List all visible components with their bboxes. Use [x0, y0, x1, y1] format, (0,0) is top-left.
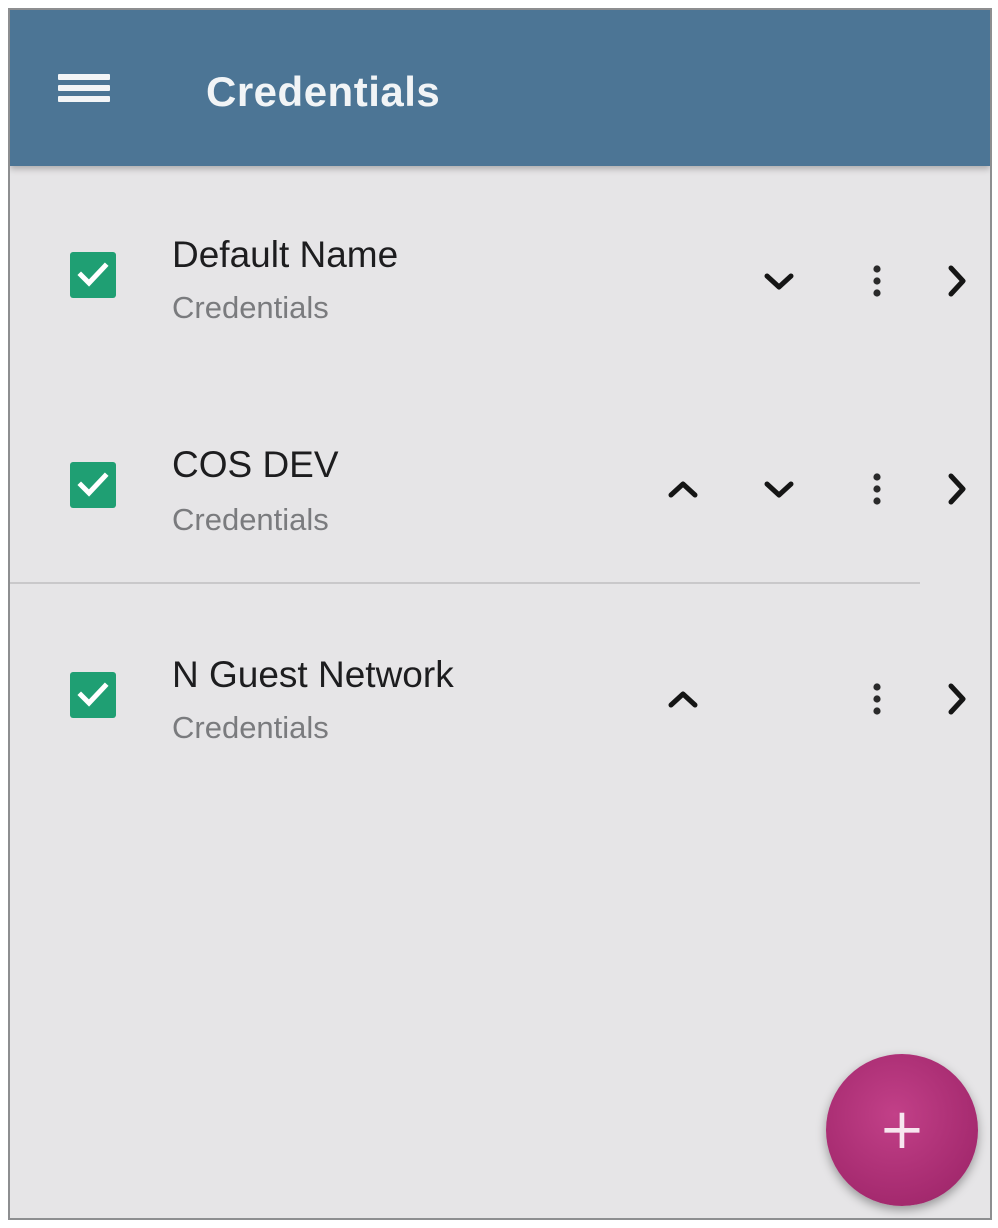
item-subtitle: Credentials: [172, 502, 329, 537]
chevron-right-icon[interactable]: [932, 256, 982, 306]
check-icon: [77, 262, 109, 287]
list-item-cos-dev[interactable]: COS DEV Credentials: [10, 410, 990, 620]
item-title: Default Name: [172, 234, 399, 275]
item-subtitle: Credentials: [172, 710, 329, 745]
item-subtitle: Credentials: [172, 290, 329, 325]
check-icon: [77, 682, 109, 707]
chevron-right-icon[interactable]: [932, 674, 982, 724]
item-checkbox[interactable]: [70, 672, 116, 718]
hamburger-menu-icon[interactable]: [54, 64, 116, 112]
more-vert-icon[interactable]: [852, 256, 902, 306]
move-up-icon[interactable]: [658, 464, 708, 514]
credentials-screen: Credentials Default Name Credentials COS…: [8, 8, 992, 1220]
move-down-icon[interactable]: [754, 256, 804, 306]
item-checkbox[interactable]: [70, 462, 116, 508]
item-checkbox[interactable]: [70, 252, 116, 298]
item-title: COS DEV: [172, 444, 339, 485]
move-up-icon[interactable]: [658, 674, 708, 724]
list-divider: [10, 582, 920, 584]
move-down-icon[interactable]: [754, 464, 804, 514]
app-bar: Credentials: [10, 10, 990, 166]
more-vert-icon[interactable]: [852, 674, 902, 724]
check-icon: [77, 472, 109, 497]
chevron-right-icon[interactable]: [932, 464, 982, 514]
more-vert-icon[interactable]: [852, 464, 902, 514]
page-title: Credentials: [206, 68, 441, 115]
item-title: N Guest Network: [172, 654, 454, 695]
add-credential-button[interactable]: +: [826, 1054, 978, 1206]
add-icon: +: [878, 1097, 926, 1162]
list-item-n-guest-network[interactable]: N Guest Network Credentials: [10, 622, 990, 832]
list-item-default-name[interactable]: Default Name Credentials: [10, 200, 990, 410]
